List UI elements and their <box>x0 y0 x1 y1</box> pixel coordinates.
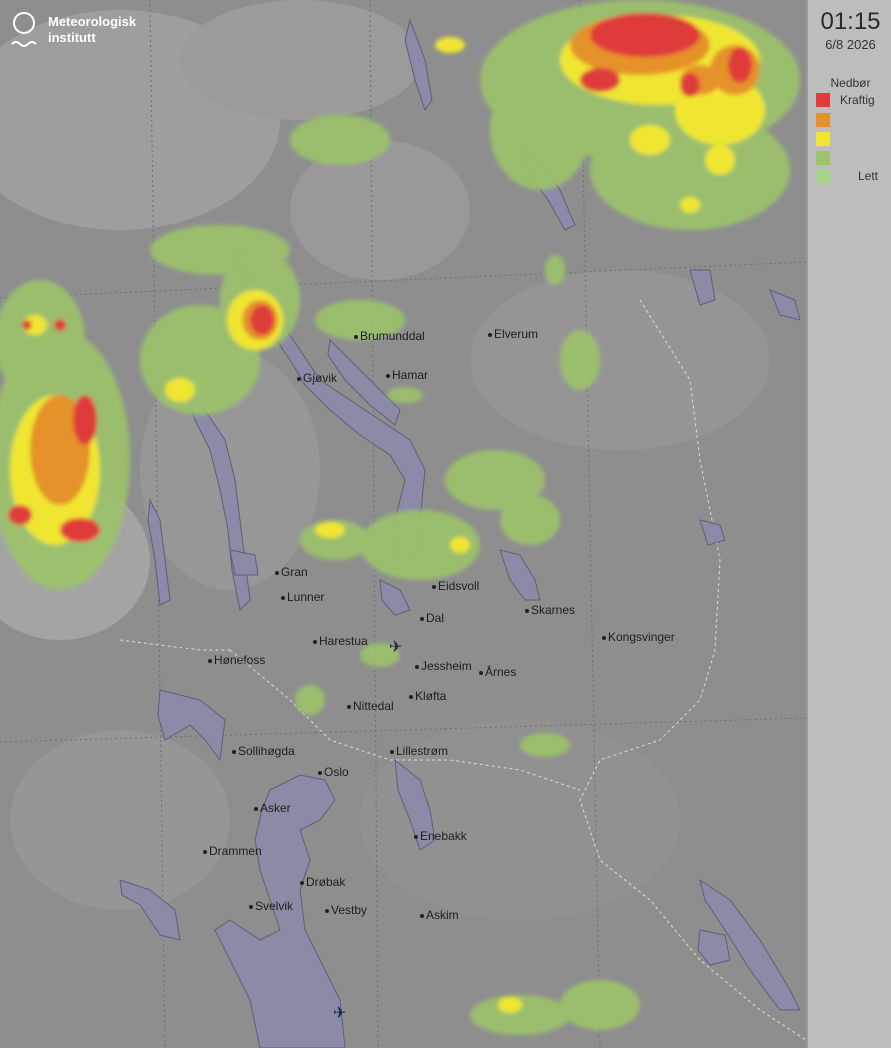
city-marker-icon <box>479 671 483 675</box>
legend-swatch <box>816 93 830 107</box>
city-label[interactable]: Gjøvik <box>297 371 337 385</box>
city-marker-icon <box>415 665 419 669</box>
city-label[interactable]: Drammen <box>203 844 262 858</box>
met-logo[interactable]: Meteorologisk institutt <box>10 10 180 54</box>
city-marker-icon <box>414 835 418 839</box>
city-label[interactable]: Oslo <box>318 765 349 779</box>
city-label[interactable]: Hamar <box>386 368 428 382</box>
city-marker-icon <box>203 850 207 854</box>
city-marker-icon <box>409 695 413 699</box>
city-marker-icon <box>525 609 529 613</box>
city-label[interactable]: Lillestrøm <box>390 744 448 758</box>
city-label[interactable]: Elverum <box>488 327 538 341</box>
city-marker-icon <box>354 335 358 339</box>
info-panel: 01:15 6/8 2026 Nedbør Kraftig Lett <box>806 0 891 1048</box>
airplane-icon[interactable]: ✈ <box>389 637 402 657</box>
logo-line1: Meteorologisk <box>48 14 137 29</box>
city-marker-icon <box>208 659 212 663</box>
city-label[interactable]: Drøbak <box>300 875 345 889</box>
city-marker-icon <box>420 914 424 918</box>
city-marker-icon <box>602 636 606 640</box>
met-logo-text: Meteorologisk institutt <box>48 14 136 46</box>
city-label[interactable]: Enebakk <box>414 829 467 843</box>
city-label[interactable]: Brumunddal <box>354 329 425 343</box>
airplane-icon[interactable]: ✈ <box>333 1003 346 1023</box>
legend-item <box>816 150 891 166</box>
legend-item <box>816 131 891 147</box>
legend-item: Lett <box>816 168 891 184</box>
city-marker-icon <box>232 750 236 754</box>
city-label[interactable]: Asker <box>254 801 291 815</box>
city-marker-icon <box>275 571 279 575</box>
city-marker-icon <box>325 909 329 913</box>
city-label[interactable]: Skarnes <box>525 603 575 617</box>
legend-swatch <box>816 132 830 146</box>
city-marker-icon <box>386 374 390 378</box>
city-label[interactable]: Dal <box>420 611 444 625</box>
legend-title: Nedbør <box>830 76 871 90</box>
city-label[interactable]: Eidsvoll <box>432 579 479 593</box>
city-marker-icon <box>347 705 351 709</box>
city-marker-icon <box>281 596 285 600</box>
legend-item: Kraftig <box>816 92 891 108</box>
city-label[interactable]: Jessheim <box>415 659 472 673</box>
legend-label: Kraftig <box>840 93 875 107</box>
city-marker-icon <box>254 807 258 811</box>
city-label[interactable]: Svelvik <box>249 899 293 913</box>
legend-label: Lett <box>858 169 879 183</box>
legend-item <box>816 112 891 128</box>
city-label[interactable]: Hønefoss <box>208 653 265 667</box>
legend-swatch <box>816 169 830 183</box>
city-marker-icon <box>300 881 304 885</box>
city-marker-icon <box>432 585 436 589</box>
city-label[interactable]: Sollihøgda <box>232 744 295 758</box>
city-label[interactable]: Vestby <box>325 903 367 917</box>
city-marker-icon <box>488 333 492 337</box>
city-label[interactable]: Kløfta <box>409 689 446 703</box>
city-marker-icon <box>313 640 317 644</box>
city-marker-icon <box>420 617 424 621</box>
map-canvas <box>0 0 806 1048</box>
city-label[interactable]: Kongsvinger <box>602 630 675 644</box>
radar-map[interactable]: Meteorologisk institutt Brumunddal Elver… <box>0 0 806 1048</box>
city-label[interactable]: Lunner <box>281 590 324 604</box>
city-label[interactable]: Gran <box>275 565 308 579</box>
city-label[interactable]: Nittedal <box>347 699 394 713</box>
city-marker-icon <box>318 771 322 775</box>
city-marker-icon <box>390 750 394 754</box>
city-marker-icon <box>249 905 253 909</box>
radar-date: 6/8 2026 <box>825 37 876 52</box>
city-label[interactable]: Harestua <box>313 634 368 648</box>
city-label[interactable]: Årnes <box>479 665 516 679</box>
city-label[interactable]: Askim <box>420 908 459 922</box>
logo-line2: institutt <box>48 30 96 45</box>
city-marker-icon <box>297 377 301 381</box>
legend-swatch <box>816 151 830 165</box>
radar-time: 01:15 <box>820 8 881 35</box>
met-logo-icon <box>11 12 37 47</box>
legend-swatch <box>816 113 830 127</box>
